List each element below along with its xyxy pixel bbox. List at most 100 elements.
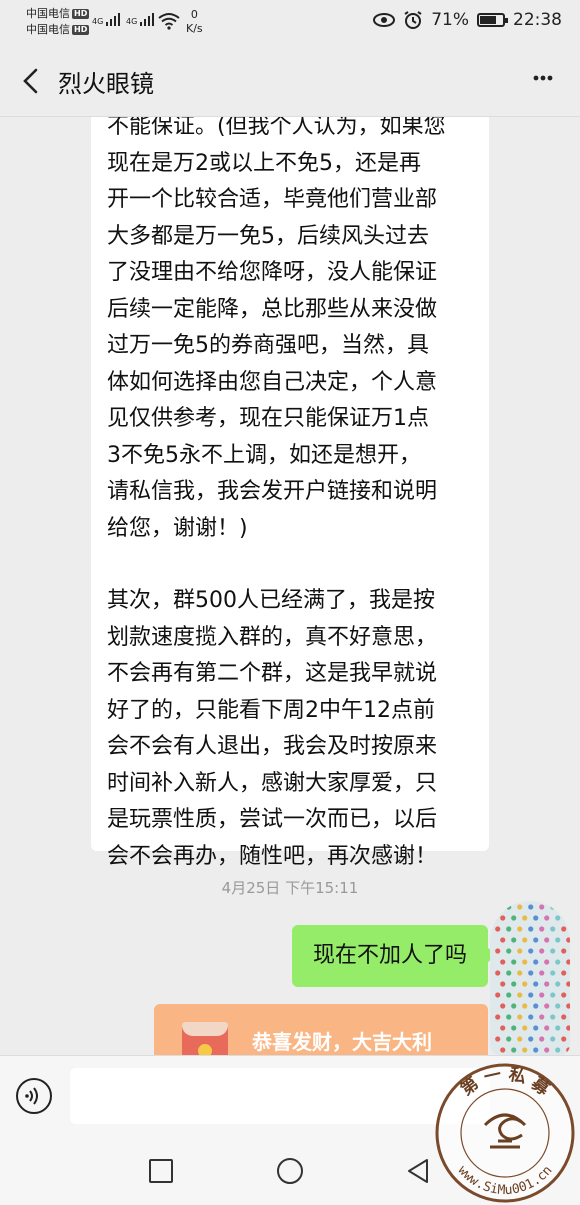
red-packet-greeting: 恭喜发财，大吉大利: [252, 1030, 432, 1054]
nav-back-icon[interactable]: [405, 1157, 431, 1185]
avatar-dot: [495, 926, 501, 932]
avatar-dot: [561, 948, 567, 954]
avatar-dot: [528, 970, 534, 976]
avatar-dot: [517, 970, 523, 976]
avatar-dot: [555, 959, 561, 965]
avatar-dot: [544, 1047, 550, 1053]
avatar-dot: [495, 970, 501, 976]
wifi-icon: [158, 13, 180, 30]
coin-icon: [198, 1044, 212, 1055]
carrier-info: 中国电信 HD 中国电信 HD: [26, 6, 90, 38]
avatar-dot: [539, 1014, 545, 1020]
alarm-icon: [404, 11, 422, 29]
avatar-dot: [517, 1014, 523, 1020]
avatar-dot: [495, 992, 501, 998]
avatar-pattern: [495, 904, 570, 1053]
outgoing-message-bubble[interactable]: 现在不加人了吗: [292, 925, 496, 987]
battery-fill: [480, 16, 496, 24]
avatar-dot: [511, 981, 517, 987]
avatar-dot: [517, 1036, 523, 1042]
avatar-dot: [539, 926, 545, 932]
signal-2-label: 4G: [126, 17, 138, 26]
avatar-dot: [528, 1014, 534, 1020]
avatar-dot: [566, 937, 570, 943]
avatar-dot: [506, 948, 512, 954]
avatar-dot: [544, 1003, 550, 1009]
avatar-dot: [555, 981, 561, 987]
avatar-dot: [550, 970, 556, 976]
avatar-dot: [566, 981, 570, 987]
voice-input-button[interactable]: [16, 1078, 52, 1114]
avatar-dot: [544, 1025, 550, 1031]
avatar-dot: [517, 926, 523, 932]
avatar-dot: [495, 1036, 501, 1042]
avatar-dot: [506, 904, 512, 910]
network-speed-value: 0: [190, 8, 198, 21]
avatar-dot: [522, 1003, 528, 1009]
avatar-dot: [539, 904, 545, 910]
carrier-2: 中国电信: [26, 23, 70, 36]
avatar-dot: [533, 1025, 539, 1031]
incoming-message-bubble[interactable]: 不能保证。(但我个人认为，如果您 现在是万2或以上不免5，还是再 开一个比较合适…: [91, 117, 489, 869]
avatar-dot: [539, 1036, 545, 1042]
avatar-dot: [544, 981, 550, 987]
incoming-message-paragraph-1: 不能保证。(但我个人认为，如果您 现在是万2或以上不免5，还是再 开一个比较合适…: [107, 117, 446, 541]
avatar-dot: [555, 937, 561, 943]
avatar-dot: [555, 915, 561, 921]
avatar-dot: [500, 959, 506, 965]
red-packet-message[interactable]: 恭喜发财，大吉大利: [154, 1004, 488, 1055]
avatar-dot: [522, 1025, 528, 1031]
avatar-dot: [539, 992, 545, 998]
avatar-dot: [495, 948, 501, 954]
avatar-dot: [566, 915, 570, 921]
avatar-dot: [522, 959, 528, 965]
back-arrow-icon[interactable]: [18, 66, 44, 96]
avatar-dot: [500, 981, 506, 987]
avatar-dot: [528, 1036, 534, 1042]
battery-icon: [477, 13, 508, 27]
recent-apps-button[interactable]: [149, 1159, 173, 1183]
eye-icon: [373, 13, 396, 27]
avatar-dot: [506, 1036, 512, 1042]
avatar-dot: [544, 915, 550, 921]
avatar-dot: [561, 1014, 567, 1020]
watermark-seal: 第 一 私 募 www.SiMu001.cn: [435, 1063, 575, 1203]
avatar-dot: [544, 959, 550, 965]
avatar-dot: [528, 948, 534, 954]
avatar-dot: [566, 1047, 570, 1053]
avatar-dot: [533, 1047, 539, 1053]
avatar-dot: [506, 926, 512, 932]
avatar-dot: [533, 937, 539, 943]
avatar-dot: [550, 1014, 556, 1020]
avatar-dot: [566, 1025, 570, 1031]
message-input[interactable]: [70, 1068, 490, 1124]
avatar-dot: [533, 981, 539, 987]
avatar-dot: [506, 970, 512, 976]
avatar-dot: [533, 1003, 539, 1009]
avatar-dot: [561, 992, 567, 998]
avatar-dot: [533, 959, 539, 965]
avatar-dot: [495, 904, 501, 910]
network-speed-unit: K/s: [186, 22, 203, 35]
clock: 22:38: [513, 10, 562, 30]
avatar-dot: [517, 948, 523, 954]
user-avatar[interactable]: [490, 901, 570, 1055]
avatar-dot: [528, 926, 534, 932]
status-right: 71% 22:38: [373, 10, 562, 30]
chat-header: 烈火眼镜: [0, 46, 580, 117]
avatar-dot: [500, 1003, 506, 1009]
avatar-dot: [561, 926, 567, 932]
incoming-message-paragraph-2: 其次，群500人已经满了，我是按 划款速度揽入群的，真不好意思， 不会再有第二个…: [107, 588, 438, 869]
red-packet-icon: [182, 1022, 228, 1055]
avatar-dot: [533, 915, 539, 921]
avatar-dot: [511, 1025, 517, 1031]
voice-icon: [25, 1087, 38, 1105]
avatar-dot: [550, 948, 556, 954]
chat-area[interactable]: 不能保证。(但我个人认为，如果您 现在是万2或以上不免5，还是再 开一个比较合适…: [0, 117, 580, 1055]
avatar-dot: [522, 981, 528, 987]
signal-2-icon: 4G: [126, 12, 156, 26]
signal-1-label: 4G: [92, 17, 104, 26]
more-options-icon[interactable]: [532, 66, 554, 95]
avatar-dot: [544, 937, 550, 943]
home-button[interactable]: [277, 1158, 303, 1184]
